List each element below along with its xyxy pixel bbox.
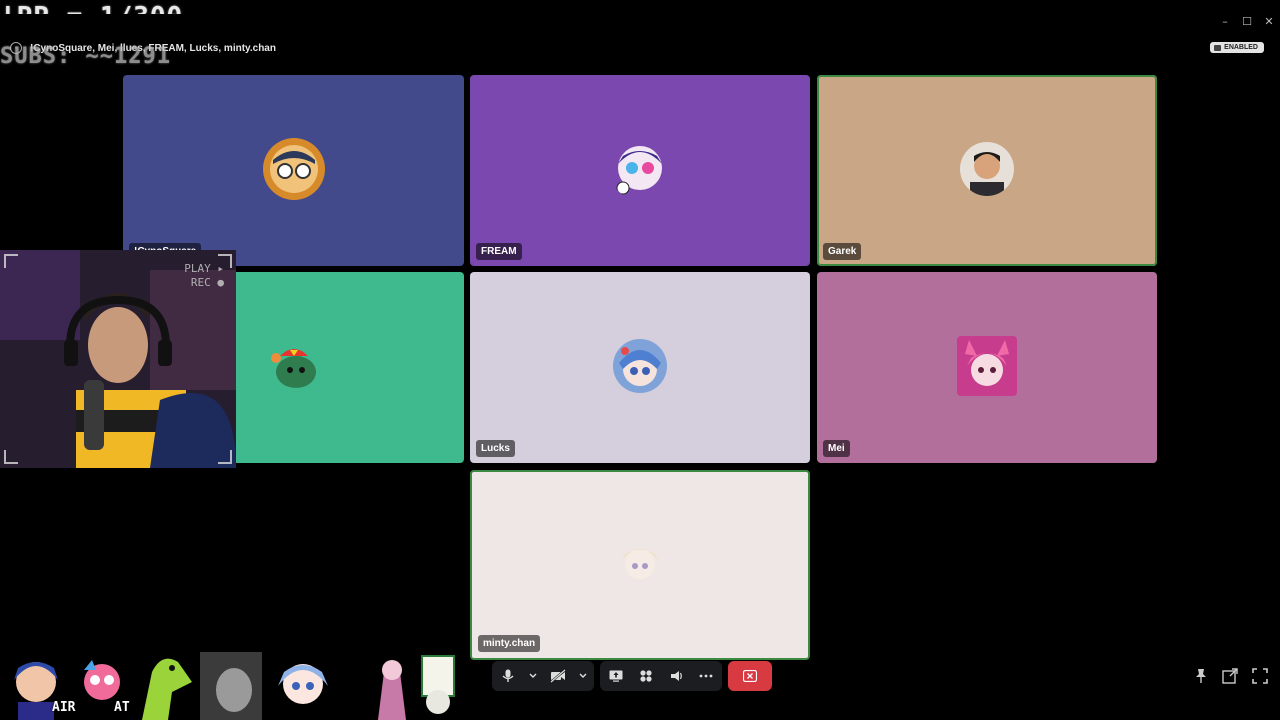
avatar [609, 137, 671, 200]
avatar [267, 339, 320, 392]
avatar [613, 338, 667, 393]
pin-icon[interactable] [1194, 668, 1208, 684]
mic-options-button[interactable] [528, 666, 538, 686]
camera-off-icon [550, 669, 566, 683]
frame-corner [4, 254, 18, 268]
avatar [262, 137, 325, 200]
screen-share-button[interactable] [606, 666, 626, 686]
activities-button[interactable] [636, 666, 656, 686]
microphone-icon [502, 669, 514, 682]
screen-share-icon [609, 670, 623, 682]
activity-group [600, 661, 722, 691]
strip-text-right: AT [114, 700, 130, 715]
participant-name: minty.chan [478, 635, 541, 652]
emote-blue-girl [278, 664, 328, 704]
minimize-button[interactable]: – [1220, 15, 1230, 28]
camera-options-button[interactable] [578, 666, 588, 686]
maximize-button[interactable]: ☐ [1242, 15, 1252, 28]
toggle-icon [1214, 44, 1222, 51]
popout-icon[interactable] [1222, 668, 1238, 684]
participant-tile-minty-chan[interactable]: minty.chan [470, 470, 810, 660]
participant-name: Mei [823, 440, 850, 457]
emote-green-dino [142, 658, 192, 720]
more-dots-icon [699, 674, 713, 678]
frame-corner [218, 450, 232, 464]
call-controls [492, 661, 772, 691]
streamer-webcam: PLAY ▸ REC ● [0, 250, 236, 468]
rec-label: REC ● [190, 276, 224, 289]
participant-name: FREAM [476, 243, 522, 260]
emote-box-character [421, 655, 455, 714]
close-window-button[interactable]: ✕ [1264, 15, 1274, 28]
status-badge-label: ENABLED [1224, 44, 1258, 51]
fullscreen-icon[interactable] [1252, 668, 1268, 684]
window-controls: – ☐ ✕ [1220, 15, 1274, 28]
play-rec-overlay: PLAY ▸ REC ● [184, 262, 224, 290]
play-label: PLAY ▸ [184, 262, 224, 275]
disconnect-button[interactable] [728, 661, 772, 691]
strip-text-left: AIR [52, 700, 76, 715]
emote-pink-figure [378, 660, 406, 720]
participant-tile-lucks[interactable]: Lucks [470, 272, 810, 463]
soundboard-button[interactable] [666, 666, 686, 686]
participant-tile-cynosquare[interactable]: !CynoSquare [123, 75, 464, 266]
chevron-down-icon [529, 673, 537, 678]
mic-camera-group [492, 661, 594, 691]
mute-button[interactable] [498, 666, 518, 686]
frame-corner [4, 450, 18, 464]
chevron-down-icon [579, 673, 587, 678]
status-badge[interactable]: ENABLED [1210, 42, 1264, 53]
view-controls [1194, 668, 1268, 684]
activities-icon [640, 670, 652, 682]
more-options-button[interactable] [696, 666, 716, 686]
participant-tile-garek[interactable]: Garek [817, 75, 1157, 266]
avatar [960, 141, 1014, 196]
camera-toggle-button[interactable] [548, 666, 568, 686]
emote-photo [200, 652, 262, 720]
participant-name: Garek [823, 243, 862, 260]
disconnect-icon [743, 670, 757, 682]
avatar [613, 536, 667, 590]
avatar [957, 335, 1017, 396]
participant-tile-fream[interactable]: FREAM [470, 75, 810, 266]
soundboard-icon [671, 671, 682, 681]
window-titlebar [0, 14, 1280, 32]
subs-counter-overlay: SUBS: ~~1291 [0, 44, 171, 69]
participant-tile-mei[interactable]: Mei [817, 272, 1157, 463]
participant-name: Lucks [476, 440, 515, 457]
